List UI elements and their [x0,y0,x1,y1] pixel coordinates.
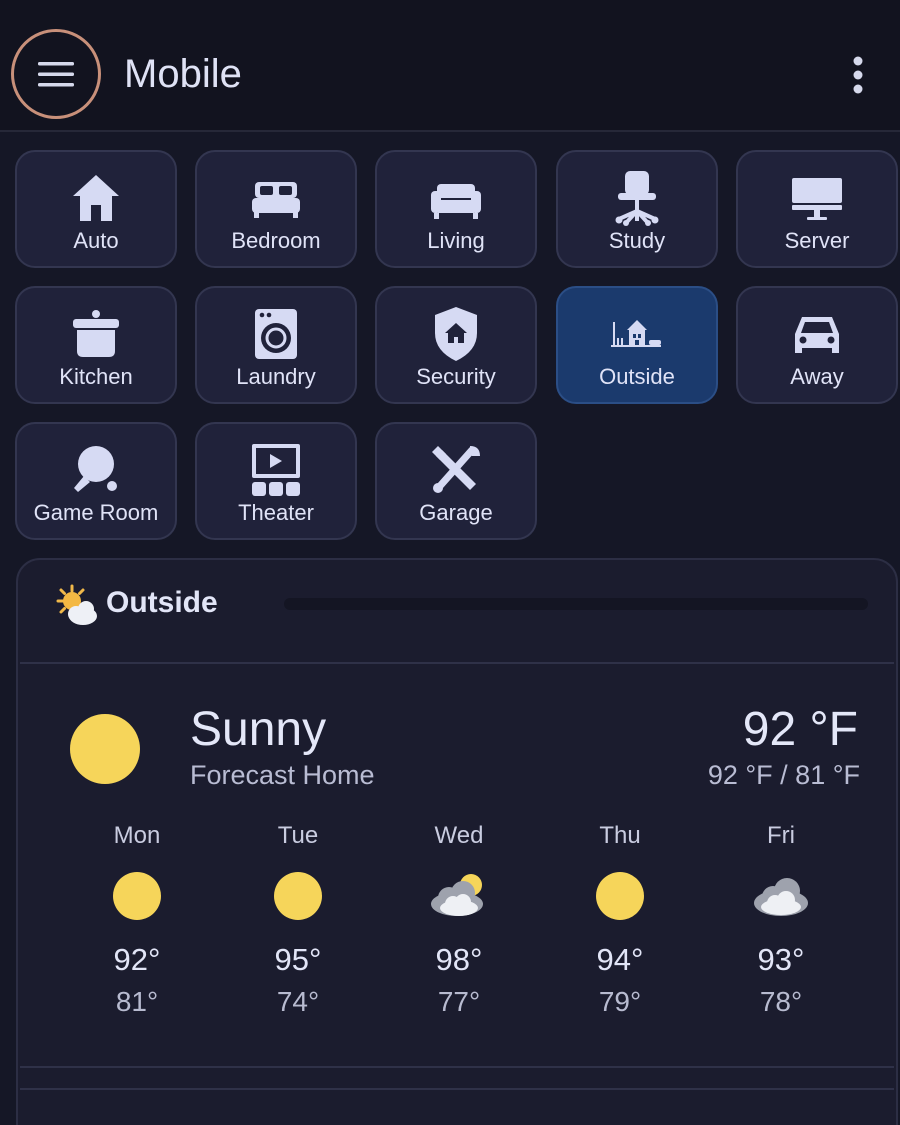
tile-label: Garage [419,500,493,525]
forecast-day-name: Fri [767,822,795,849]
tile-label: Bedroom [231,228,321,253]
forecast-day-name: Wed [434,822,484,849]
tile-label: Kitchen [59,364,133,389]
pot-icon [66,304,126,364]
page-title: Mobile [124,52,242,96]
home-icon [66,168,126,228]
forecast-high: 92° [113,942,161,977]
forecast-day-tue: Tue 95° 74° [238,822,358,1020]
ping-pong-icon [66,440,126,500]
forecast-day-wed: Wed 98° 77° [399,822,519,1020]
tile-study[interactable]: Study [556,150,718,268]
forecast-high: 98° [435,942,483,977]
forecast-low: 79° [598,986,642,1017]
car-icon [787,304,847,364]
forecast-high: 95° [274,942,322,977]
washing-machine-icon [246,304,306,364]
house-outside-icon [607,304,667,364]
forecast-high: 94° [596,942,644,977]
shield-home-icon [426,304,486,364]
tile-theater[interactable]: Theater [195,422,357,540]
tile-label: Living [427,228,485,253]
partly-cloudy-icon [431,874,483,916]
tile-bedroom[interactable]: Bedroom [195,150,357,268]
outside-card: Outside Sunny Forecast Home 92 °F 92 °F … [16,558,898,1125]
weather-source: Forecast Home [190,760,375,790]
forecast-day-mon: Mon 92° 81° [77,822,197,1020]
tile-away[interactable]: Away [736,286,898,404]
tile-label: Auto [73,228,119,253]
more-options-button[interactable] [836,52,880,98]
tile-label: Security [416,364,496,389]
tools-icon [426,440,486,500]
tile-kitchen[interactable]: Kitchen [15,286,177,404]
forecast-low: 77° [437,986,481,1017]
tile-laundry[interactable]: Laundry [195,286,357,404]
card-next-section [20,1088,894,1125]
tile-garage[interactable]: Garage [375,422,537,540]
cloud-icon [754,878,808,916]
tile-label: Away [790,364,844,389]
tile-server[interactable]: Server [736,150,898,268]
menu-button[interactable] [11,29,101,119]
sofa-icon [426,168,486,228]
sun-icon [274,872,322,920]
theater-icon [246,440,306,500]
tile-security[interactable]: Security [375,286,537,404]
forecast-low: 74° [276,986,320,1017]
forecast-day-name: Mon [113,822,161,849]
tile-label: Outside [599,364,675,389]
tile-living[interactable]: Living [375,150,537,268]
sun-icon [113,872,161,920]
tile-label: Server [784,228,850,253]
forecast-day-fri: Fri 93° 78° [721,822,841,1020]
forecast-low: 81° [115,986,159,1017]
weather-forecast[interactable]: Sunny Forecast Home 92 °F 92 °F / 81 °F … [20,662,894,1068]
app-header: Mobile [0,0,900,132]
forecast-day-thu: Thu 94° 79° [560,822,680,1020]
card-header-bar [284,598,868,610]
more-vert-icon [853,56,863,94]
hamburger-icon [38,62,74,87]
sun-cloud-icon [54,584,100,628]
forecast-day-name: Tue [277,822,319,849]
tile-label: Game Room [33,500,159,525]
forecast-low: 78° [759,986,803,1017]
tile-auto[interactable]: Auto [15,150,177,268]
forecast-day-name: Thu [599,822,641,849]
temperature-range: 92 °F / 81 °F [707,760,860,790]
sun-icon [70,714,140,784]
desk-chair-icon [607,168,667,228]
tile-outside[interactable]: Outside [556,286,718,404]
tile-label: Laundry [236,364,316,389]
tile-label: Study [608,228,666,253]
weather-condition: Sunny [190,703,327,756]
current-temperature: 92 °F [742,703,858,756]
tile-label: Theater [238,500,314,525]
sun-icon [596,872,644,920]
card-title: Outside [106,586,218,619]
bed-icon [246,168,306,228]
forecast-high: 93° [757,942,805,977]
tile-game-room[interactable]: Game Room [15,422,177,540]
monitor-icon [787,168,847,228]
